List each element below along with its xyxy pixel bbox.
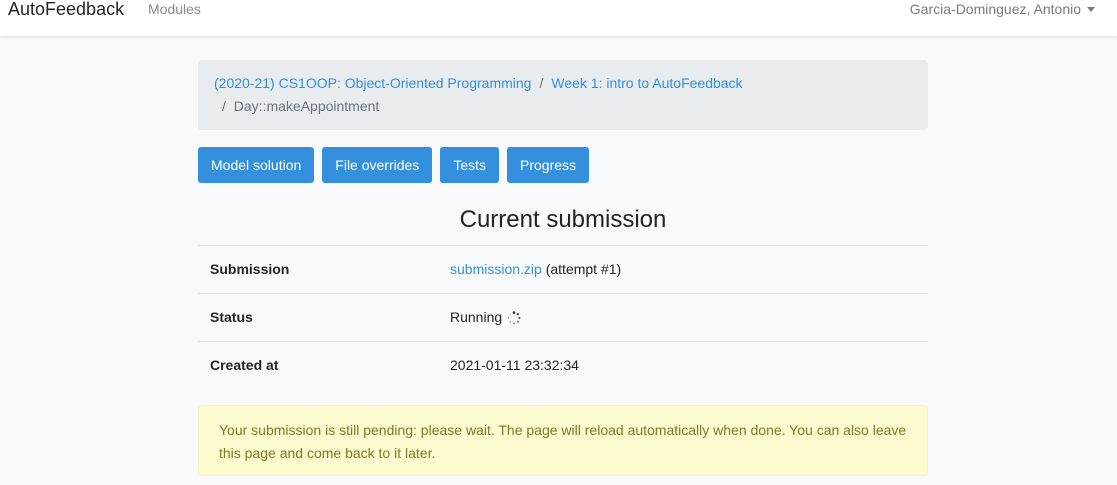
table-row: Created at 2021-01-11 23:32:34 (198, 341, 928, 389)
nav-modules-link[interactable]: Modules (148, 0, 201, 18)
breadcrumb: (2020-21) CS1OOP: Object-Oriented Progra… (198, 60, 928, 130)
status-text: Running (450, 309, 503, 325)
submission-label: Submission (210, 261, 290, 277)
tests-button[interactable]: Tests (440, 147, 499, 183)
breadcrumb-current: Day::makeAppointment (233, 98, 380, 114)
user-name: Garcia-Dominguez, Antonio (909, 1, 1081, 17)
submission-value: submission.zip (attempt #1) (450, 246, 621, 293)
created-value: 2021-01-11 23:32:34 (450, 357, 579, 373)
breadcrumb-separator: / (539, 75, 544, 91)
created-label: Created at (210, 357, 279, 373)
status-value: Running (450, 294, 521, 341)
action-buttons: Model solution File overrides Tests Prog… (198, 147, 597, 183)
breadcrumb-course-link[interactable]: (2020-21) CS1OOP: Object-Oriented Progra… (214, 75, 531, 91)
breadcrumb-week-link[interactable]: Week 1: intro to AutoFeedback (551, 75, 742, 91)
progress-button[interactable]: Progress (507, 147, 590, 183)
alert-message: Your submission is still pending: please… (219, 422, 907, 461)
breadcrumb-separator: / (222, 98, 226, 114)
table-row: Status Running (198, 293, 928, 341)
page-title: Current submission (459, 206, 667, 233)
breadcrumb-line: / Day::makeAppointment (222, 97, 379, 115)
submission-details-table: Submission submission.zip (attempt #1) S… (198, 245, 928, 389)
status-label: Status (210, 309, 253, 325)
submission-file-link[interactable]: submission.zip (450, 246, 542, 293)
model-solution-button[interactable]: Model solution (198, 147, 315, 183)
breadcrumb-line: (2020-21) CS1OOP: Object-Oriented Progra… (214, 74, 743, 92)
brand-logo[interactable]: AutoFeedback (8, 0, 124, 20)
caret-down-icon (1087, 7, 1095, 12)
user-menu-dropdown[interactable]: Garcia-Dominguez, Antonio (910, 0, 1095, 18)
top-navbar: AutoFeedback Modules Garcia-Dominguez, A… (0, 0, 1117, 36)
spinner-icon (508, 310, 521, 324)
attempt-text: (attempt #1) (545, 261, 622, 277)
pending-alert: Your submission is still pending: please… (198, 405, 928, 476)
file-overrides-button[interactable]: File overrides (322, 147, 433, 183)
table-row: Submission submission.zip (attempt #1) (198, 245, 928, 293)
